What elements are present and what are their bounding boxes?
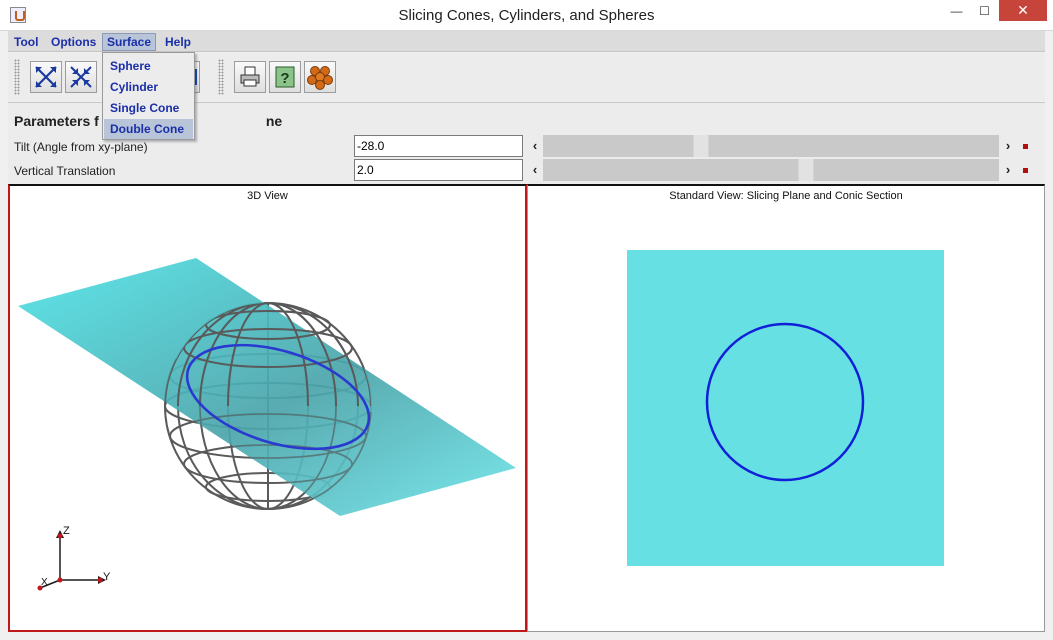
tilt-scroll-right[interactable]: ›	[1000, 135, 1016, 157]
help-icon: ?	[275, 66, 295, 88]
surface-dropdown-menu: Sphere Cylinder Single Cone Double Cone	[102, 52, 195, 140]
tilt-input[interactable]	[354, 135, 523, 157]
molecule-button[interactable]	[304, 61, 336, 93]
help-button[interactable]: ?	[269, 61, 301, 93]
vertical-translation-slider[interactable]	[543, 159, 999, 181]
contract-arrows-icon	[70, 66, 92, 88]
tilt-slider-thumb[interactable]	[693, 135, 709, 157]
3d-scene: Z Y X	[18, 258, 516, 591]
expand-view-button[interactable]	[30, 61, 62, 93]
slicing-plane-2d	[627, 250, 944, 566]
vertical-marker	[1023, 168, 1028, 173]
maximize-button[interactable]: ☐	[971, 0, 998, 21]
menu-tool[interactable]: Tool	[10, 33, 42, 51]
surface-option-sphere[interactable]: Sphere	[104, 56, 193, 76]
axes-indicator	[39, 536, 100, 589]
print-button[interactable]	[234, 61, 266, 93]
window-title: Slicing Cones, Cylinders, and Spheres	[398, 7, 655, 24]
surface-option-cylinder[interactable]: Cylinder	[104, 77, 193, 97]
menu-help[interactable]: Help	[161, 33, 195, 51]
expand-arrows-icon	[35, 66, 57, 88]
menu-bar: Tool Options Surface Help	[8, 31, 1045, 52]
vertical-translation-input[interactable]	[354, 159, 523, 181]
standard-scene	[627, 250, 944, 566]
vertical-scroll-right[interactable]: ›	[1000, 159, 1016, 181]
close-button[interactable]: ✕	[999, 0, 1047, 21]
tilt-label: Tilt (Angle from xy-plane)	[14, 140, 148, 154]
tilt-marker	[1023, 144, 1028, 149]
svg-text:?: ?	[280, 70, 289, 87]
parameters-title-end: ne	[265, 113, 283, 129]
standard-view-panel[interactable]: Standard View: Slicing Plane and Conic S…	[527, 184, 1045, 632]
toolbar-grip[interactable]	[14, 59, 20, 95]
vertical-slider-thumb[interactable]	[798, 159, 814, 181]
print-icon	[240, 66, 260, 87]
title-bar: Slicing Cones, Cylinders, and Spheres — …	[0, 0, 1053, 31]
contract-view-button[interactable]	[65, 61, 97, 93]
vertical-scroll-left[interactable]: ‹	[527, 159, 543, 181]
molecule-icon	[307, 66, 333, 90]
axis-label-y: Y	[103, 571, 111, 583]
menu-surface[interactable]: Surface	[102, 33, 157, 51]
tilt-slider[interactable]	[543, 135, 999, 157]
3d-view-panel[interactable]: 3D View Z Y X	[8, 184, 527, 632]
menu-options[interactable]: Options	[47, 33, 100, 51]
toolbar-grip-2[interactable]	[218, 59, 224, 95]
parameters-title-start: Parameters f	[14, 113, 99, 129]
axis-label-z: Z	[63, 525, 70, 537]
surface-option-single-cone[interactable]: Single Cone	[104, 98, 193, 118]
axis-label-x: X	[41, 577, 48, 588]
minimize-button[interactable]: —	[943, 0, 970, 21]
tilt-scroll-left[interactable]: ‹	[527, 135, 543, 157]
vertical-translation-label: Vertical Translation	[14, 164, 116, 178]
surface-option-double-cone[interactable]: Double Cone	[104, 119, 193, 139]
